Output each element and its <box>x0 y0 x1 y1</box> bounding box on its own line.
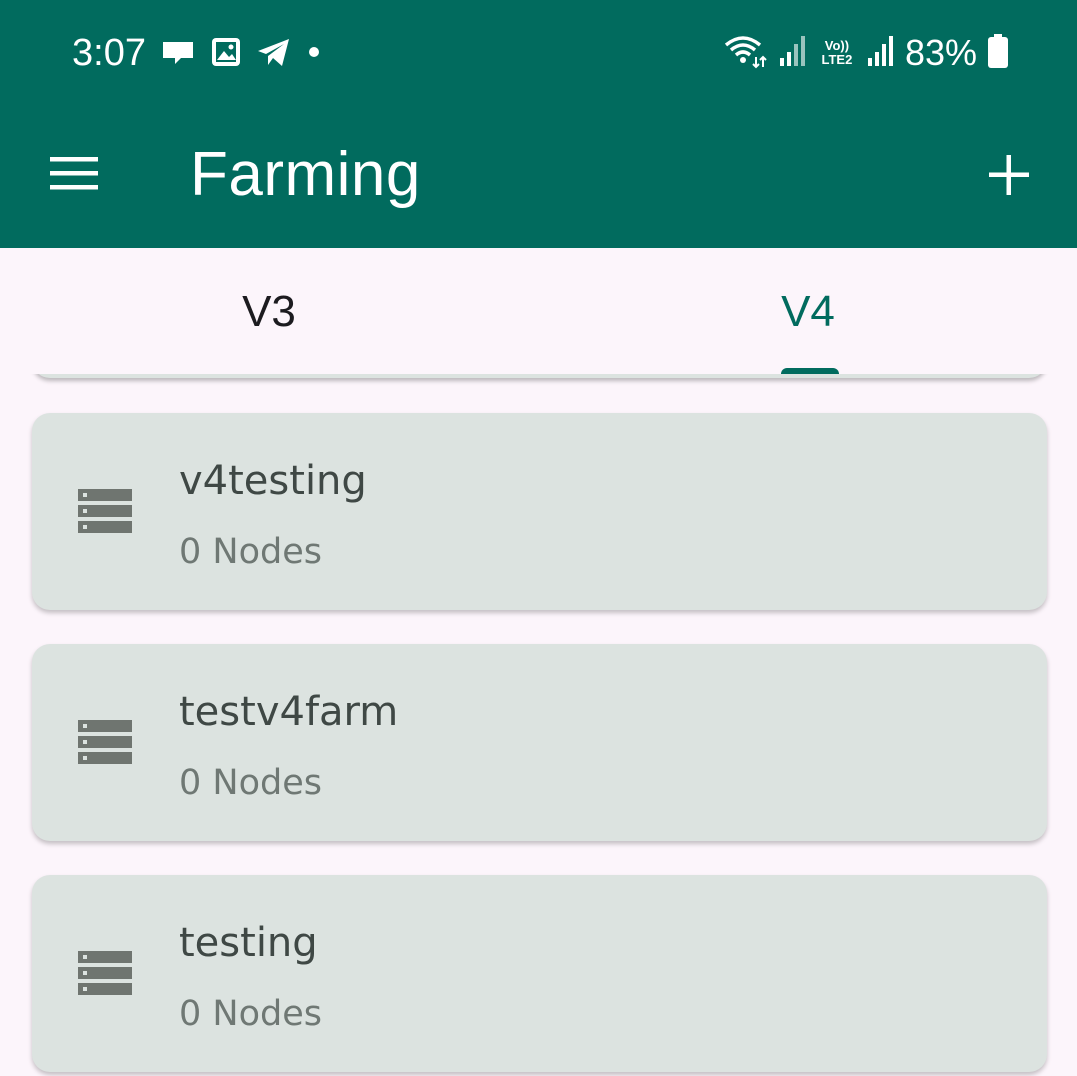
hamburger-menu-icon <box>44 157 104 209</box>
volte-label: Vo)) <box>824 38 850 53</box>
server-icon <box>78 489 132 535</box>
volte-icon: Vo)) LTE2 <box>817 39 857 67</box>
message-icon <box>160 36 196 73</box>
farm-node-count: 0 Nodes <box>179 994 322 1034</box>
tab-bar: V3 V4 <box>0 248 1077 378</box>
farm-card-partial[interactable] <box>32 374 1047 378</box>
battery-percent: 83% <box>904 32 977 73</box>
add-farm-button[interactable] <box>979 145 1039 205</box>
dot-icon <box>306 44 322 65</box>
farm-name: testing <box>179 920 318 966</box>
tab-v4-label: V4 <box>781 287 835 336</box>
status-bar: 3:07 Vo)) LTE2 83% <box>0 0 1077 105</box>
plus-icon <box>979 155 1039 209</box>
farm-card[interactable]: v4testing 0 Nodes <box>32 413 1047 610</box>
app-bar: Farming <box>0 105 1077 248</box>
tab-v3-label: V3 <box>242 287 296 336</box>
farming-screen: 3:07 Vo)) LTE2 83% Farming V3 V4 v4testi… <box>0 0 1077 1076</box>
image-icon <box>210 36 242 73</box>
tab-v4[interactable]: V4 <box>539 248 1077 378</box>
lte-label: LTE2 <box>821 52 853 67</box>
farm-node-count: 0 Nodes <box>179 532 322 572</box>
farm-name: testv4farm <box>179 689 399 735</box>
farm-node-count: 0 Nodes <box>179 763 322 803</box>
page-title: Farming <box>190 140 421 209</box>
battery-icon <box>987 33 1009 74</box>
server-icon <box>78 951 132 997</box>
tab-v3[interactable]: V3 <box>0 248 538 374</box>
telegram-icon <box>256 36 292 73</box>
notification-icons <box>160 36 322 72</box>
farm-card[interactable]: testv4farm 0 Nodes <box>32 644 1047 841</box>
signal-icon <box>867 34 895 73</box>
menu-button[interactable] <box>44 145 104 205</box>
signal-icon <box>779 34 807 73</box>
server-icon <box>78 720 132 766</box>
status-time: 3:07 <box>72 32 146 74</box>
system-icons: Vo)) LTE2 83% <box>723 30 1009 76</box>
wifi-icon <box>723 33 769 74</box>
farm-list[interactable]: v4testing 0 Nodes testv4farm 0 Nodes tes… <box>0 374 1077 1076</box>
farm-card[interactable]: testing 0 Nodes <box>32 875 1047 1072</box>
farm-name: v4testing <box>179 458 367 504</box>
